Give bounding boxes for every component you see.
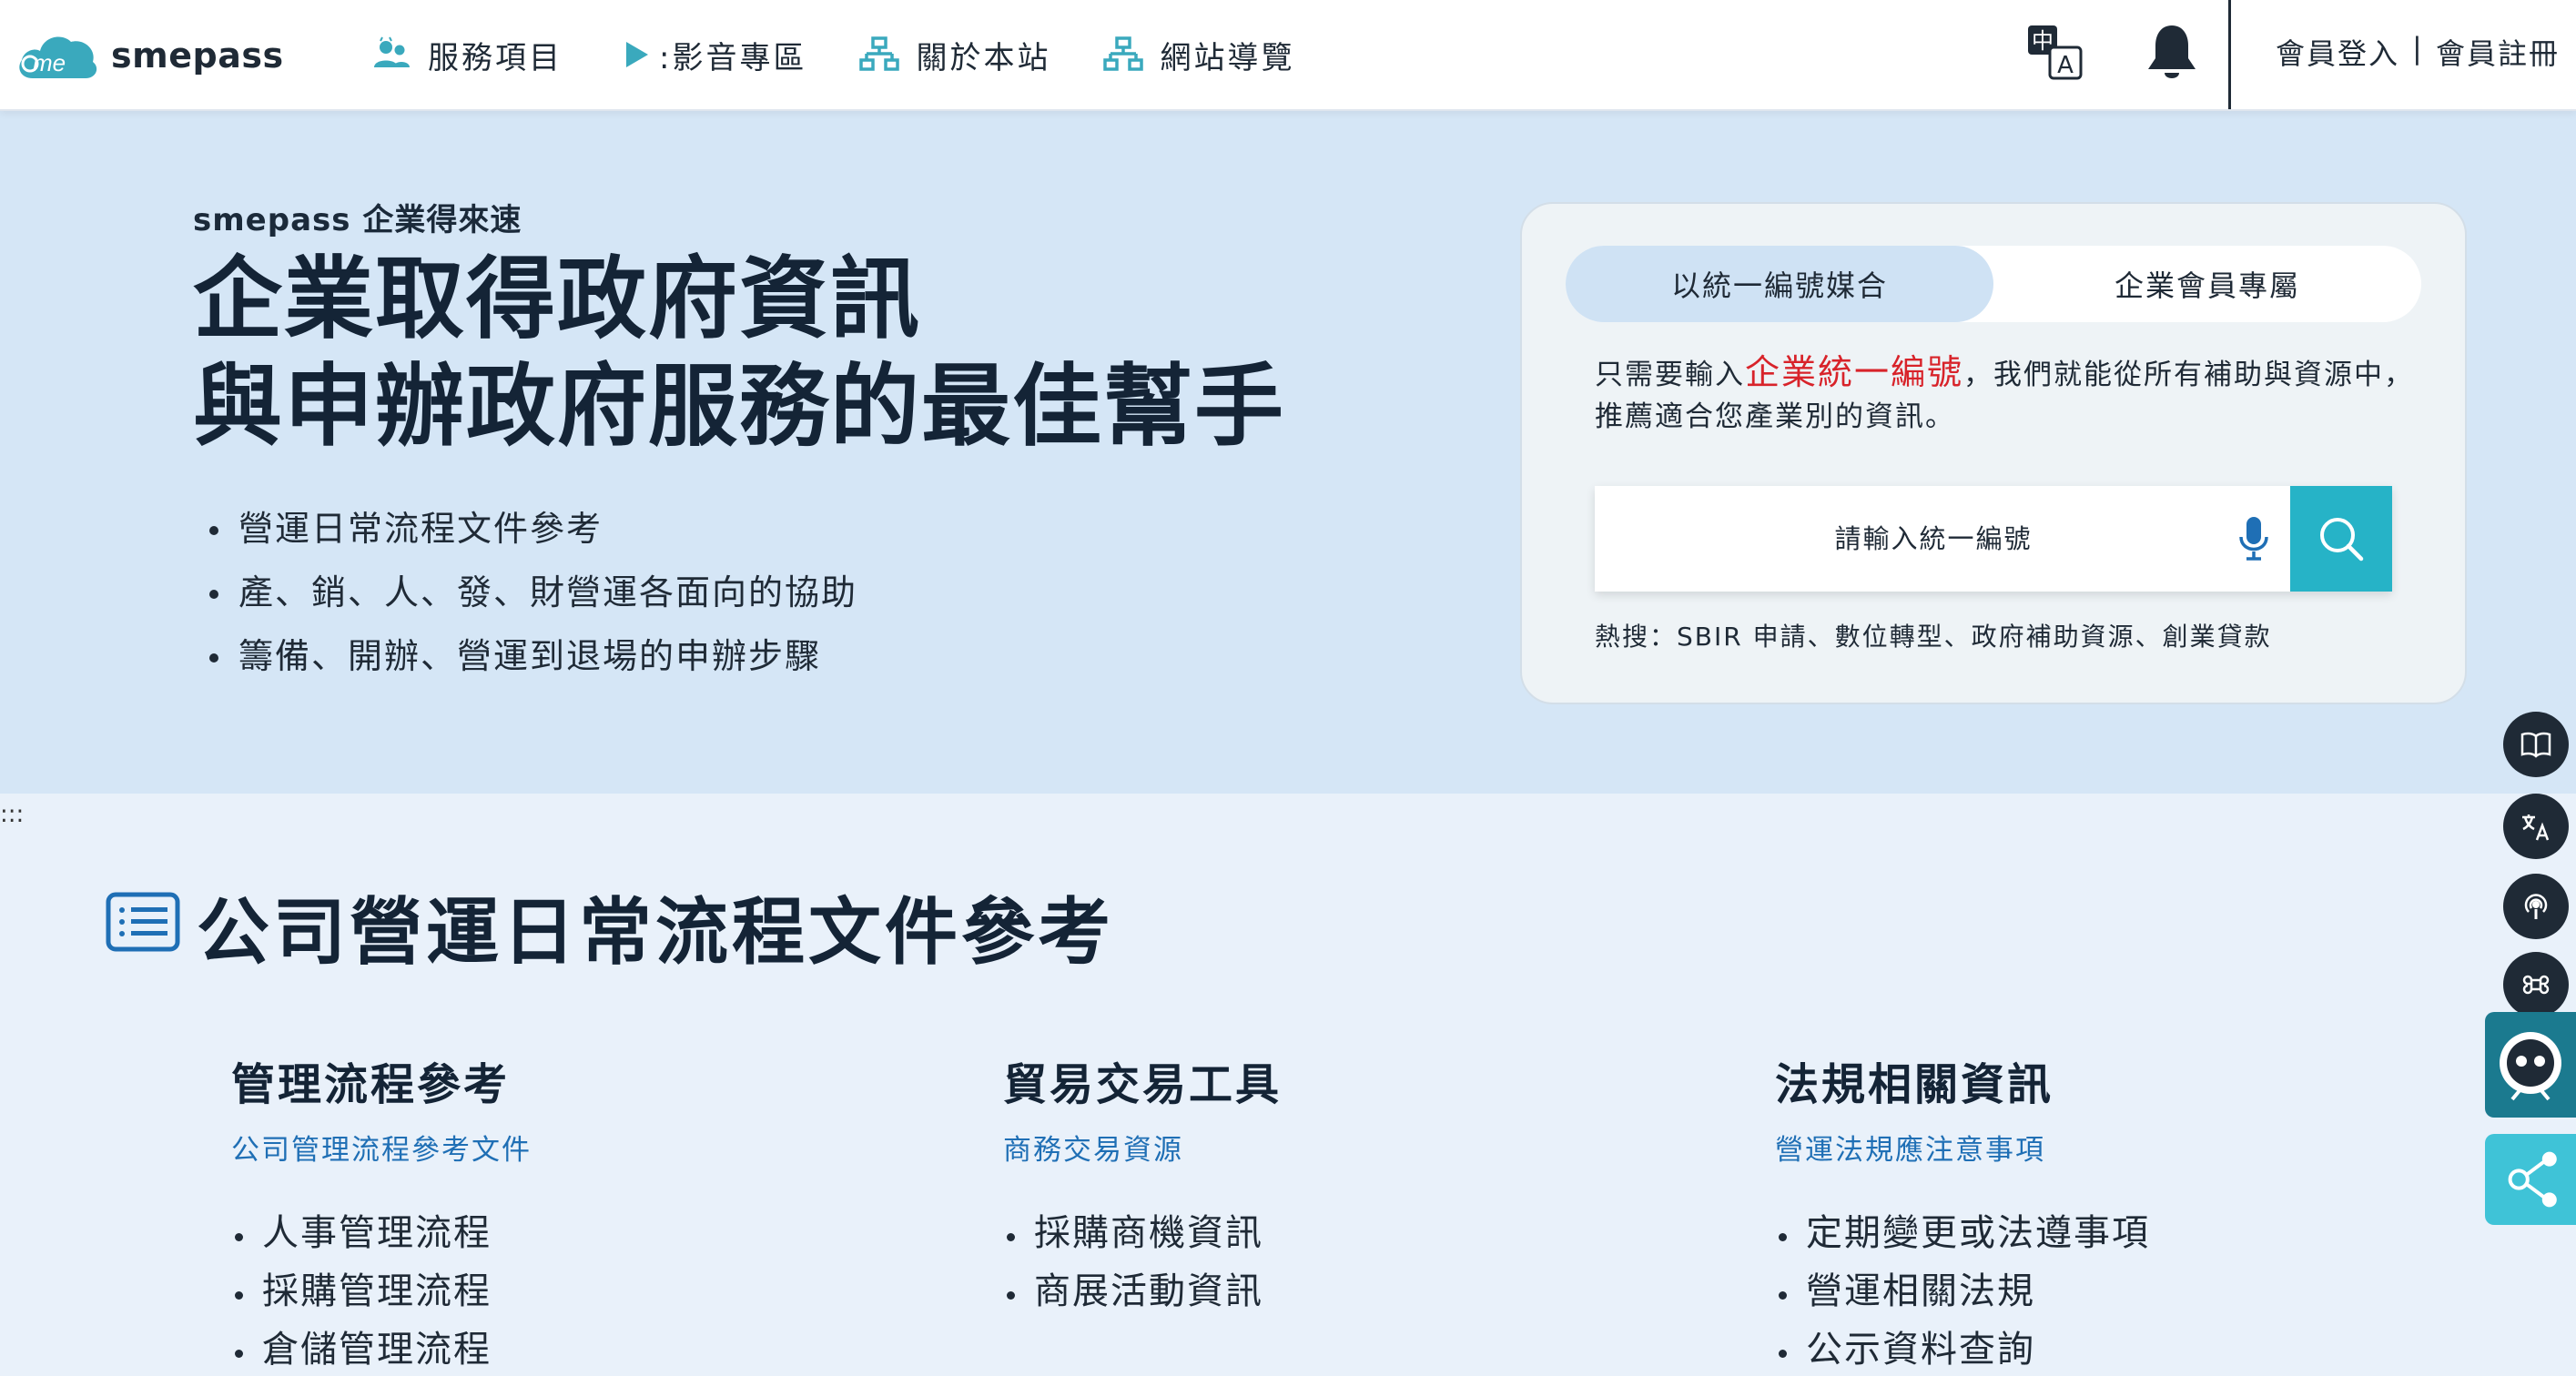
desc-highlight: 企業統一編號 [1745,352,1964,392]
translate-icon[interactable]: 中 A [2026,24,2084,82]
list-item[interactable]: 採購管理流程 [231,1262,923,1320]
header-divider [2228,0,2231,109]
register-link[interactable]: 會員註冊 [2436,31,2560,73]
column-title[interactable]: 管理流程參考 [231,1048,923,1112]
share-icon [2508,1151,2557,1208]
search-tabs: 以統一編號媒合 企業會員專屬 [1566,246,2421,322]
search-card: 以統一編號媒合 企業會員專屬 只需要輸入企業統一編號，我們就能從所有補助與資源中… [1520,202,2467,704]
site-logo[interactable]: me smepass [15,24,284,87]
translate-glyph-en: A [2057,52,2074,79]
column-trade: 貿易交易工具 商務交易資源 採購商機資訊 商展活動資訊 [1003,1048,1695,1320]
hero-title-line2: 與申辦政府服務的最佳幫手 [193,355,1286,459]
microphone-icon [2239,517,2268,561]
list-item[interactable]: 定期變更或法遵事項 [1775,1204,2467,1262]
column-link-list: 定期變更或法遵事項 營運相關法規 公示資料查詢 [1775,1204,2467,1376]
search-button[interactable] [2290,486,2392,592]
sitemap-icon [859,36,900,71]
cloud-logo-icon: me [19,36,97,78]
book-open-icon [2520,732,2551,758]
column-regulations: 法規相關資訊 營運法規應注意事項 定期變更或法遵事項 營運相關法規 公示資料查詢 [1775,1048,2467,1376]
hot-searches: 熱搜：SBIR 申請、數位轉型、政府補助資源、創業貸款 [1595,622,2272,652]
nav-videos[interactable]: :影音專區 [615,33,806,77]
column-subtitle[interactable]: 商務交易資源 [1003,1127,1695,1168]
login-register-separator: | [2412,31,2422,66]
tax-id-search-input[interactable] [1595,486,2217,592]
column-link-list: 人事管理流程 採購管理流程 倉儲管理流程 [231,1204,923,1376]
command-icon [2522,975,2550,995]
tab-member-only[interactable]: 企業會員專屬 [1993,246,2421,322]
column-title[interactable]: 貿易交易工具 [1003,1048,1695,1112]
section-title: 公司營運日常流程文件參考 [197,890,1114,975]
hero-bullet: 營運日常流程文件參考 [209,497,857,561]
list-item[interactable]: 採購商機資訊 [1003,1204,1695,1262]
sitemap-icon [1103,36,1144,71]
shortcut-button[interactable] [2503,952,2569,1017]
column-title[interactable]: 法規相關資訊 [1775,1048,2467,1112]
chatbot-button[interactable] [2485,1012,2576,1118]
tab-tax-id-match[interactable]: 以統一編號媒合 [1566,246,1993,322]
search-box [1595,486,2392,592]
hero-bullet-list: 營運日常流程文件參考 產、銷、人、發、財營運各面向的協助 籌備、開辦、營運到退場… [209,497,857,688]
bell-icon[interactable] [2145,22,2199,84]
podcast-icon [2524,894,2548,919]
robot-icon [2500,1032,2561,1101]
translate-tool-button[interactable] [2503,794,2569,859]
language-icon [2522,814,2550,841]
podcast-button[interactable] [2503,874,2569,939]
daily-process-section: ::: 公司營運日常流程文件參考 管理流程參考 公司管理流程參考文件 人事管理流… [0,794,2576,1376]
hero-tagline: smepass 企業得來速 [193,202,522,238]
reader-mode-button[interactable] [2503,712,2569,777]
login-link[interactable]: 會員登入 [2276,31,2399,73]
hero-title: 企業取得政府資訊 與申辦政府服務的最佳幫手 [193,246,1285,460]
desc-prefix: 只需要輸入 [1595,359,1745,391]
search-icon [2320,518,2364,562]
column-link-list: 採購商機資訊 商展活動資訊 [1003,1204,1695,1320]
logo-text: smepass [111,35,284,76]
play-icon [626,42,648,67]
column-management: 管理流程參考 公司管理流程參考文件 人事管理流程 採購管理流程 倉儲管理流程 [231,1048,923,1376]
list-item[interactable]: 商展活動資訊 [1003,1262,1695,1320]
list-item[interactable]: 倉儲管理流程 [231,1320,923,1376]
users-icon [374,36,410,67]
search-description: 只需要輸入企業統一編號，我們就能從所有補助與資源中，推薦適合您產業別的資訊。 [1595,351,2414,438]
hero-section: smepass 企業得來速 企業取得政府資訊 與申辦政府服務的最佳幫手 營運日常… [0,111,2576,794]
hero-bullet: 籌備、開辦、營運到退場的申辦步驟 [209,624,857,688]
nav-label: 關於本站 [916,39,1051,76]
site-header: me smepass 服務項目 :影音專區 關於本站 網站導覽 中 A 會員登入… [0,0,2576,111]
voice-input-button[interactable] [2217,486,2290,592]
list-item[interactable]: 營運相關法規 [1775,1262,2467,1320]
share-button[interactable] [2485,1134,2576,1225]
nav-services[interactable]: 服務項目 [371,33,563,77]
nav-label: :影音專區 [659,39,807,76]
list-item[interactable]: 人事管理流程 [231,1204,923,1262]
list-item[interactable]: 公示資料查詢 [1775,1320,2467,1376]
list-icon [106,892,180,952]
nav-sitemap[interactable]: 網站導覽 [1103,33,1294,77]
main-nav: 服務項目 :影音專區 關於本站 網站導覽 [371,27,1347,82]
column-subtitle[interactable]: 公司管理流程參考文件 [231,1127,923,1168]
hero-title-line1: 企業取得政府資訊 [193,248,922,351]
nav-label: 服務項目 [428,39,563,76]
hero-bullet: 產、銷、人、發、財營運各面向的協助 [209,561,857,624]
column-subtitle[interactable]: 營運法規應注意事項 [1775,1127,2467,1168]
accesskey-anchor[interactable]: ::: [0,801,24,828]
nav-about[interactable]: 關於本站 [859,33,1050,77]
nav-label: 網站導覽 [1160,39,1295,76]
